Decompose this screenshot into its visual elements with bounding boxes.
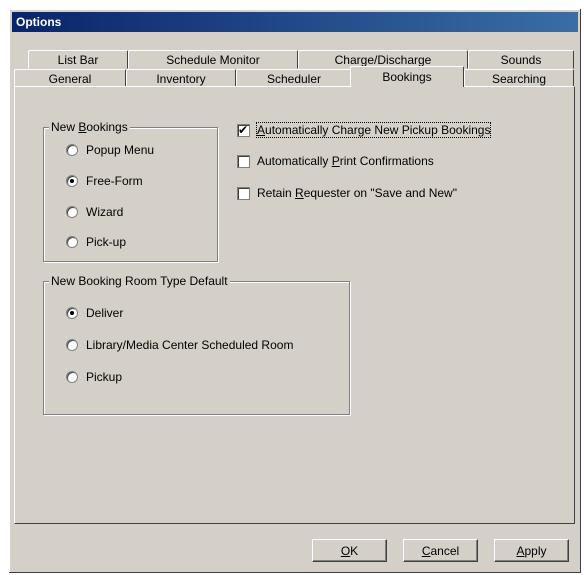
check-retain-requester[interactable]: Retain Requester on "Save and New" — [237, 186, 457, 200]
tab-label: Sounds — [500, 52, 542, 67]
room-type-group: New Booking Room Type Default Deliver Li… — [43, 274, 350, 415]
radio-pickup[interactable]: Pickup — [66, 370, 122, 384]
radio-label: Popup Menu — [86, 143, 155, 157]
title-bar[interactable]: Options — [12, 12, 578, 32]
radio-popup-menu[interactable]: Popup Menu — [66, 143, 154, 157]
tab-label: Charge/Discharge — [334, 52, 432, 67]
ok-button-label: OK — [340, 543, 359, 558]
radio-indicator — [66, 236, 78, 248]
radio-indicator — [66, 307, 78, 319]
tab-schedule-monitor[interactable]: Schedule Monitor — [128, 50, 298, 69]
radio-indicator — [66, 175, 78, 187]
new-bookings-group-title: New Bookings — [49, 120, 130, 134]
new-bookings-group: New Bookings Popup Menu Free-Form Wizard… — [43, 120, 218, 262]
bookings-panel: New Bookings Popup Menu Free-Form Wizard… — [14, 86, 575, 524]
radio-indicator — [66, 339, 78, 351]
tab-label: List Bar — [57, 52, 99, 67]
tab-bookings[interactable]: Bookings — [350, 66, 464, 87]
radio-indicator — [66, 371, 78, 383]
radio-label: Library/Media Center Scheduled Room — [86, 338, 294, 352]
cancel-button-label: Cancel — [421, 543, 460, 558]
apply-button[interactable]: Apply — [494, 539, 569, 562]
room-type-group-title: New Booking Room Type Default — [49, 274, 230, 288]
checkbox — [237, 186, 250, 200]
tab-list-bar[interactable]: List Bar — [28, 50, 128, 69]
apply-button-label: Apply — [516, 543, 547, 558]
tab-label: General — [48, 71, 92, 86]
radio-deliver[interactable]: Deliver — [66, 306, 123, 320]
check-label: Automatically Charge New Pickup Bookings — [255, 122, 492, 138]
check-label: Retain Requester on "Save and New" — [257, 186, 457, 200]
tab-label: Bookings — [382, 70, 432, 84]
window-title: Options — [16, 15, 62, 29]
radio-indicator — [66, 144, 78, 156]
radio-label: Pick-up — [86, 235, 127, 249]
tab-label: Inventory — [156, 71, 206, 86]
radio-pick-up[interactable]: Pick-up — [66, 235, 126, 249]
check-label: Automatically Print Confirmations — [257, 154, 434, 168]
tab-sounds[interactable]: Sounds — [468, 50, 574, 69]
check-auto-print-confirmations[interactable]: Automatically Print Confirmations — [237, 154, 434, 168]
radio-indicator — [66, 206, 78, 218]
radio-label: Deliver — [86, 306, 124, 320]
radio-label: Wizard — [86, 205, 124, 219]
cancel-button[interactable]: Cancel — [403, 539, 478, 562]
check-auto-charge-pickup[interactable]: Automatically Charge New Pickup Bookings — [237, 122, 492, 138]
radio-library-media-center[interactable]: Library/Media Center Scheduled Room — [66, 338, 293, 352]
radio-free-form[interactable]: Free-Form — [66, 174, 143, 188]
radio-label: Pickup — [86, 370, 123, 384]
radio-wizard[interactable]: Wizard — [66, 205, 123, 219]
tab-label: Schedule Monitor — [166, 52, 260, 67]
checkbox — [237, 154, 250, 168]
tab-label: Searching — [491, 71, 547, 86]
radio-label: Free-Form — [86, 174, 143, 188]
checkbox — [237, 122, 250, 138]
ok-button[interactable]: OK — [312, 539, 387, 562]
tab-label: Scheduler — [266, 71, 322, 86]
